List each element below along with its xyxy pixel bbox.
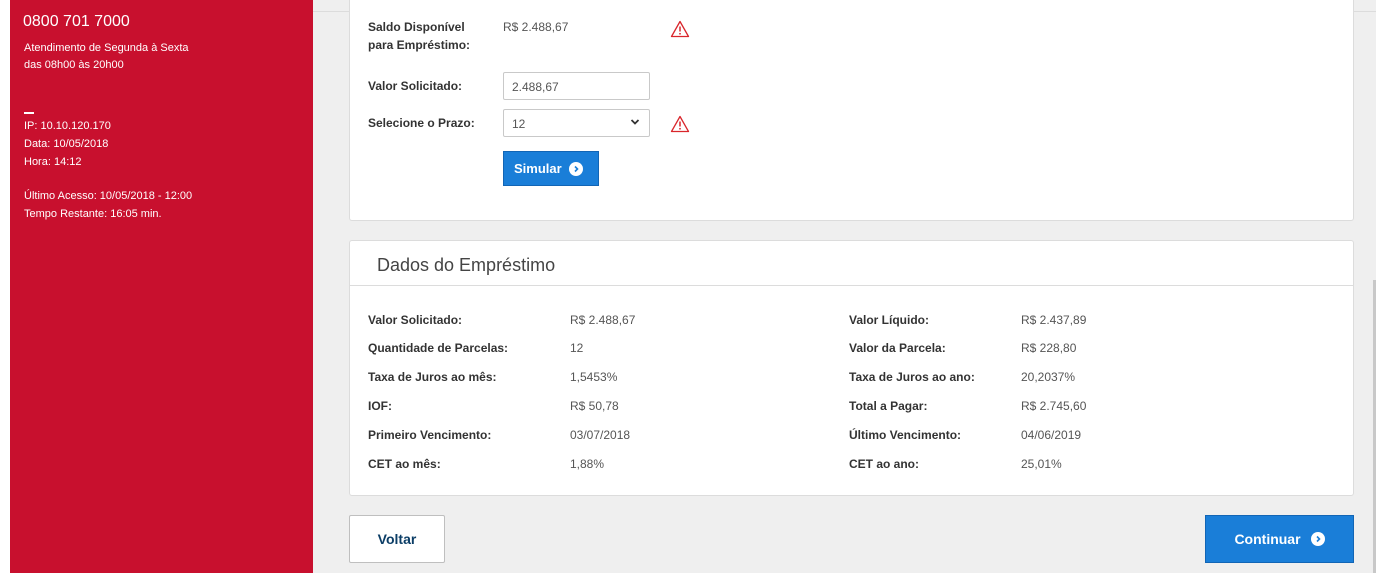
warning-icon	[670, 20, 690, 38]
simular-label: Simular	[514, 161, 562, 176]
detail-value: R$ 2.437,89	[1021, 313, 1087, 327]
arrow-right-circle-icon	[568, 161, 583, 176]
detail-value: R$ 228,80	[1021, 341, 1077, 355]
valor-solicitado-label: Valor Solicitado:	[368, 79, 463, 93]
detail-value: 25,01%	[1021, 457, 1062, 471]
arrow-right-circle-icon	[1310, 532, 1325, 546]
voltar-button[interactable]: Voltar	[349, 515, 445, 563]
detail-label: IOF:	[368, 399, 392, 413]
support-hours-line1: Atendimento de Segunda à Sexta	[24, 42, 189, 54]
detail-label: CET ao ano:	[849, 457, 920, 471]
detail-value: R$ 2.488,67	[570, 313, 636, 327]
detail-label: Primeiro Vencimento:	[368, 428, 492, 442]
support-phone: 0800 701 7000	[23, 13, 130, 30]
detail-value: R$ 2.745,60	[1021, 399, 1087, 413]
loan-details-card: Dados do Empréstimo Valor Solicitado: R$…	[349, 240, 1354, 496]
saldo-value: R$ 2.488,67	[503, 20, 569, 34]
detail-value: 03/07/2018	[570, 428, 631, 442]
detail-label: Taxa de Juros ao mês:	[368, 370, 497, 384]
simulation-card: Saldo Disponível para Empréstimo: R$ 2.4…	[349, 0, 1354, 221]
continuar-label: Continuar	[1234, 531, 1301, 547]
continuar-button[interactable]: Continuar	[1205, 515, 1354, 563]
time-remaining: Tempo Restante: 16:05 min.	[24, 208, 162, 220]
warning-icon	[670, 115, 690, 133]
prazo-label: Selecione o Prazo:	[368, 116, 475, 130]
sidebar: 0800 701 7000 Atendimento de Segunda à S…	[10, 0, 313, 573]
last-access: Último Acesso: 10/05/2018 - 12:00	[24, 190, 193, 202]
prazo-select[interactable]: 12	[503, 109, 650, 137]
saldo-label-line2: para Empréstimo:	[368, 38, 471, 52]
detail-value: 04/06/2019	[1021, 428, 1082, 442]
loan-details-header: Dados do Empréstimo	[350, 241, 1353, 286]
session-ip: IP: 10.10.120.170	[24, 120, 111, 132]
detail-value: 1,5453%	[570, 370, 618, 384]
loan-details-title: Dados do Empréstimo	[377, 255, 556, 275]
detail-value: 20,2037%	[1021, 370, 1076, 384]
detail-value: R$ 50,78	[570, 399, 619, 413]
session-date: Data: 10/05/2018	[24, 138, 109, 150]
detail-label: Valor Líquido:	[849, 313, 929, 327]
saldo-label-line1: Saldo Disponível	[368, 20, 465, 34]
divider	[24, 112, 34, 114]
detail-value: 1,88%	[570, 457, 605, 471]
simular-button[interactable]: Simular	[503, 151, 599, 186]
chevron-down-icon	[630, 119, 640, 125]
detail-value: 12	[570, 341, 584, 355]
detail-label: Quantidade de Parcelas:	[368, 341, 509, 355]
detail-label: Valor da Parcela:	[849, 341, 946, 355]
detail-label: CET ao mês:	[368, 457, 441, 471]
voltar-label: Voltar	[377, 531, 417, 547]
detail-label: Valor Solicitado:	[368, 313, 463, 327]
main-content: Saldo Disponível para Empréstimo: R$ 2.4…	[313, 0, 1376, 573]
detail-label: Último Vencimento:	[849, 428, 962, 442]
prazo-selected-value: 12	[512, 117, 526, 131]
valor-solicitado-input[interactable]: 2.488,67	[503, 72, 650, 100]
detail-label: Total a Pagar:	[849, 399, 928, 413]
support-hours-line2: das 08h00 às 20h00	[24, 59, 124, 71]
session-time: Hora: 14:12	[24, 156, 82, 168]
detail-label: Taxa de Juros ao ano:	[849, 370, 975, 384]
